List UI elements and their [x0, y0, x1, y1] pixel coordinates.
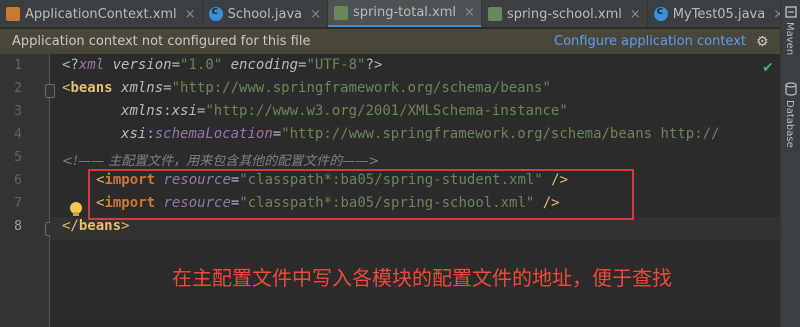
token: "http://www.springframework.org/schema/b…	[281, 126, 720, 142]
code-line-7: <import resource="classpath*:ba05/spring…	[96, 195, 560, 211]
token: schemaLocation	[154, 126, 273, 142]
token: xsi	[121, 126, 147, 142]
tab-label: MyTest05.java	[672, 6, 766, 22]
tab-spring-school-xml[interactable]: spring-school.xml ×	[482, 0, 648, 27]
java-class-icon	[653, 4, 668, 21]
right-tool-strip: Maven Database	[780, 0, 800, 327]
token: :	[163, 103, 172, 119]
token: xmlns	[112, 80, 164, 96]
xml-file-icon	[487, 7, 502, 21]
tab-applicationcontext-xml[interactable]: ApplicationContext.xml ×	[0, 0, 203, 27]
token: "classpath*:ba05/spring-student.xml"	[239, 172, 543, 188]
token: import	[104, 195, 156, 211]
tab-spring-total-xml[interactable]: spring-total.xml ×	[328, 0, 482, 27]
tab-label: ApplicationContext.xml	[25, 6, 177, 22]
token: ?>	[365, 57, 383, 73]
inspection-ok-icon[interactable]: ✔	[762, 60, 774, 76]
tab-mytest05-java[interactable]: MyTest05.java ×	[648, 0, 780, 27]
close-icon[interactable]: ×	[773, 7, 780, 22]
line-number: 3	[14, 104, 22, 119]
annotation-text: 在主配置文件中写入各模块的配置文件的地址，便于查找	[172, 266, 672, 290]
lightbulb-icon[interactable]	[70, 202, 82, 216]
code-line-4: xsi:schemaLocation="http://www.springfra…	[62, 126, 720, 142]
token: <?	[62, 57, 79, 73]
tab-school-java[interactable]: School.java ×	[203, 0, 329, 27]
tab-label: School.java	[227, 6, 303, 22]
code-line-6: <import resource="classpath*:ba05/spring…	[96, 172, 568, 188]
line-number: 2	[14, 81, 22, 96]
configure-context-link[interactable]: Configure application context	[554, 34, 746, 49]
maven-tool-button[interactable]: Maven	[784, 22, 795, 55]
code-line-5-comment: <!—— 主配置文件，用来包含其他的配置文件的——>	[62, 154, 380, 169]
code-line-1: <?xml version="1.0" encoding="UTF-8"?>	[62, 57, 382, 73]
code-line-3: xmlns:xsi="http://www.w3.org/2001/XMLSch…	[62, 103, 568, 119]
token: "http://www.w3.org/2001/XMLSchema-instan…	[205, 103, 568, 119]
tab-label: spring-school.xml	[506, 6, 622, 22]
token: "http://www.springframework.org/schema/b…	[171, 80, 551, 96]
tab-label: spring-total.xml	[353, 5, 457, 20]
token: resource	[155, 195, 231, 211]
xml-file-icon	[6, 7, 20, 21]
token: >	[121, 218, 130, 234]
token: "UTF-8"	[306, 57, 366, 73]
line-number: 8	[14, 219, 22, 234]
token: encoding	[222, 57, 299, 73]
database-icon	[785, 82, 797, 96]
close-icon[interactable]: ×	[630, 7, 641, 22]
token: =	[272, 126, 282, 142]
xml-file-icon	[334, 5, 349, 20]
token: beans	[70, 80, 113, 96]
line-number: 5	[14, 150, 22, 165]
token: xml	[78, 57, 105, 73]
fold-toggle-icon[interactable]	[45, 84, 55, 98]
code-editor[interactable]: 1 2 3 4 5 6 7 8 ✔ <?xml version="1.0" en…	[0, 54, 780, 327]
token: :	[146, 126, 155, 142]
context-notification-bar: Application context not configured for t…	[0, 29, 780, 54]
code-line-8: </beans>	[62, 218, 129, 234]
code-line-2: <beans xmlns="http://www.springframework…	[62, 80, 551, 96]
line-number: 7	[14, 196, 22, 211]
editor-tab-bar: ApplicationContext.xml × School.java × s…	[0, 0, 780, 28]
token: </	[62, 218, 79, 234]
gear-icon[interactable]: ⚙	[756, 35, 770, 49]
token: version	[104, 57, 172, 73]
line-number: 1	[14, 58, 22, 73]
token: import	[104, 172, 156, 188]
token: />	[542, 172, 569, 188]
line-gutter: 1 2 3 4 5 6 7 8	[0, 54, 50, 327]
close-icon[interactable]: ×	[464, 5, 475, 20]
close-icon[interactable]: ×	[310, 7, 321, 22]
line-number: 6	[14, 173, 22, 188]
token: xmlns	[121, 103, 164, 119]
token: "1.0"	[180, 57, 223, 73]
token: />	[534, 195, 560, 211]
token: resource	[155, 172, 231, 188]
java-class-icon	[208, 4, 223, 21]
token: "classpath*:ba05/spring-school.xml"	[239, 195, 535, 211]
token: xsi	[171, 103, 197, 119]
line-number: 4	[14, 127, 22, 142]
notification-message: Application context not configured for t…	[12, 34, 311, 49]
current-line-highlight	[50, 217, 780, 240]
maven-icon	[785, 6, 797, 18]
database-tool-button[interactable]: Database	[784, 100, 795, 148]
token: =	[163, 80, 172, 96]
close-icon[interactable]: ×	[185, 7, 196, 22]
token: beans	[78, 218, 122, 234]
token: =	[171, 57, 181, 73]
